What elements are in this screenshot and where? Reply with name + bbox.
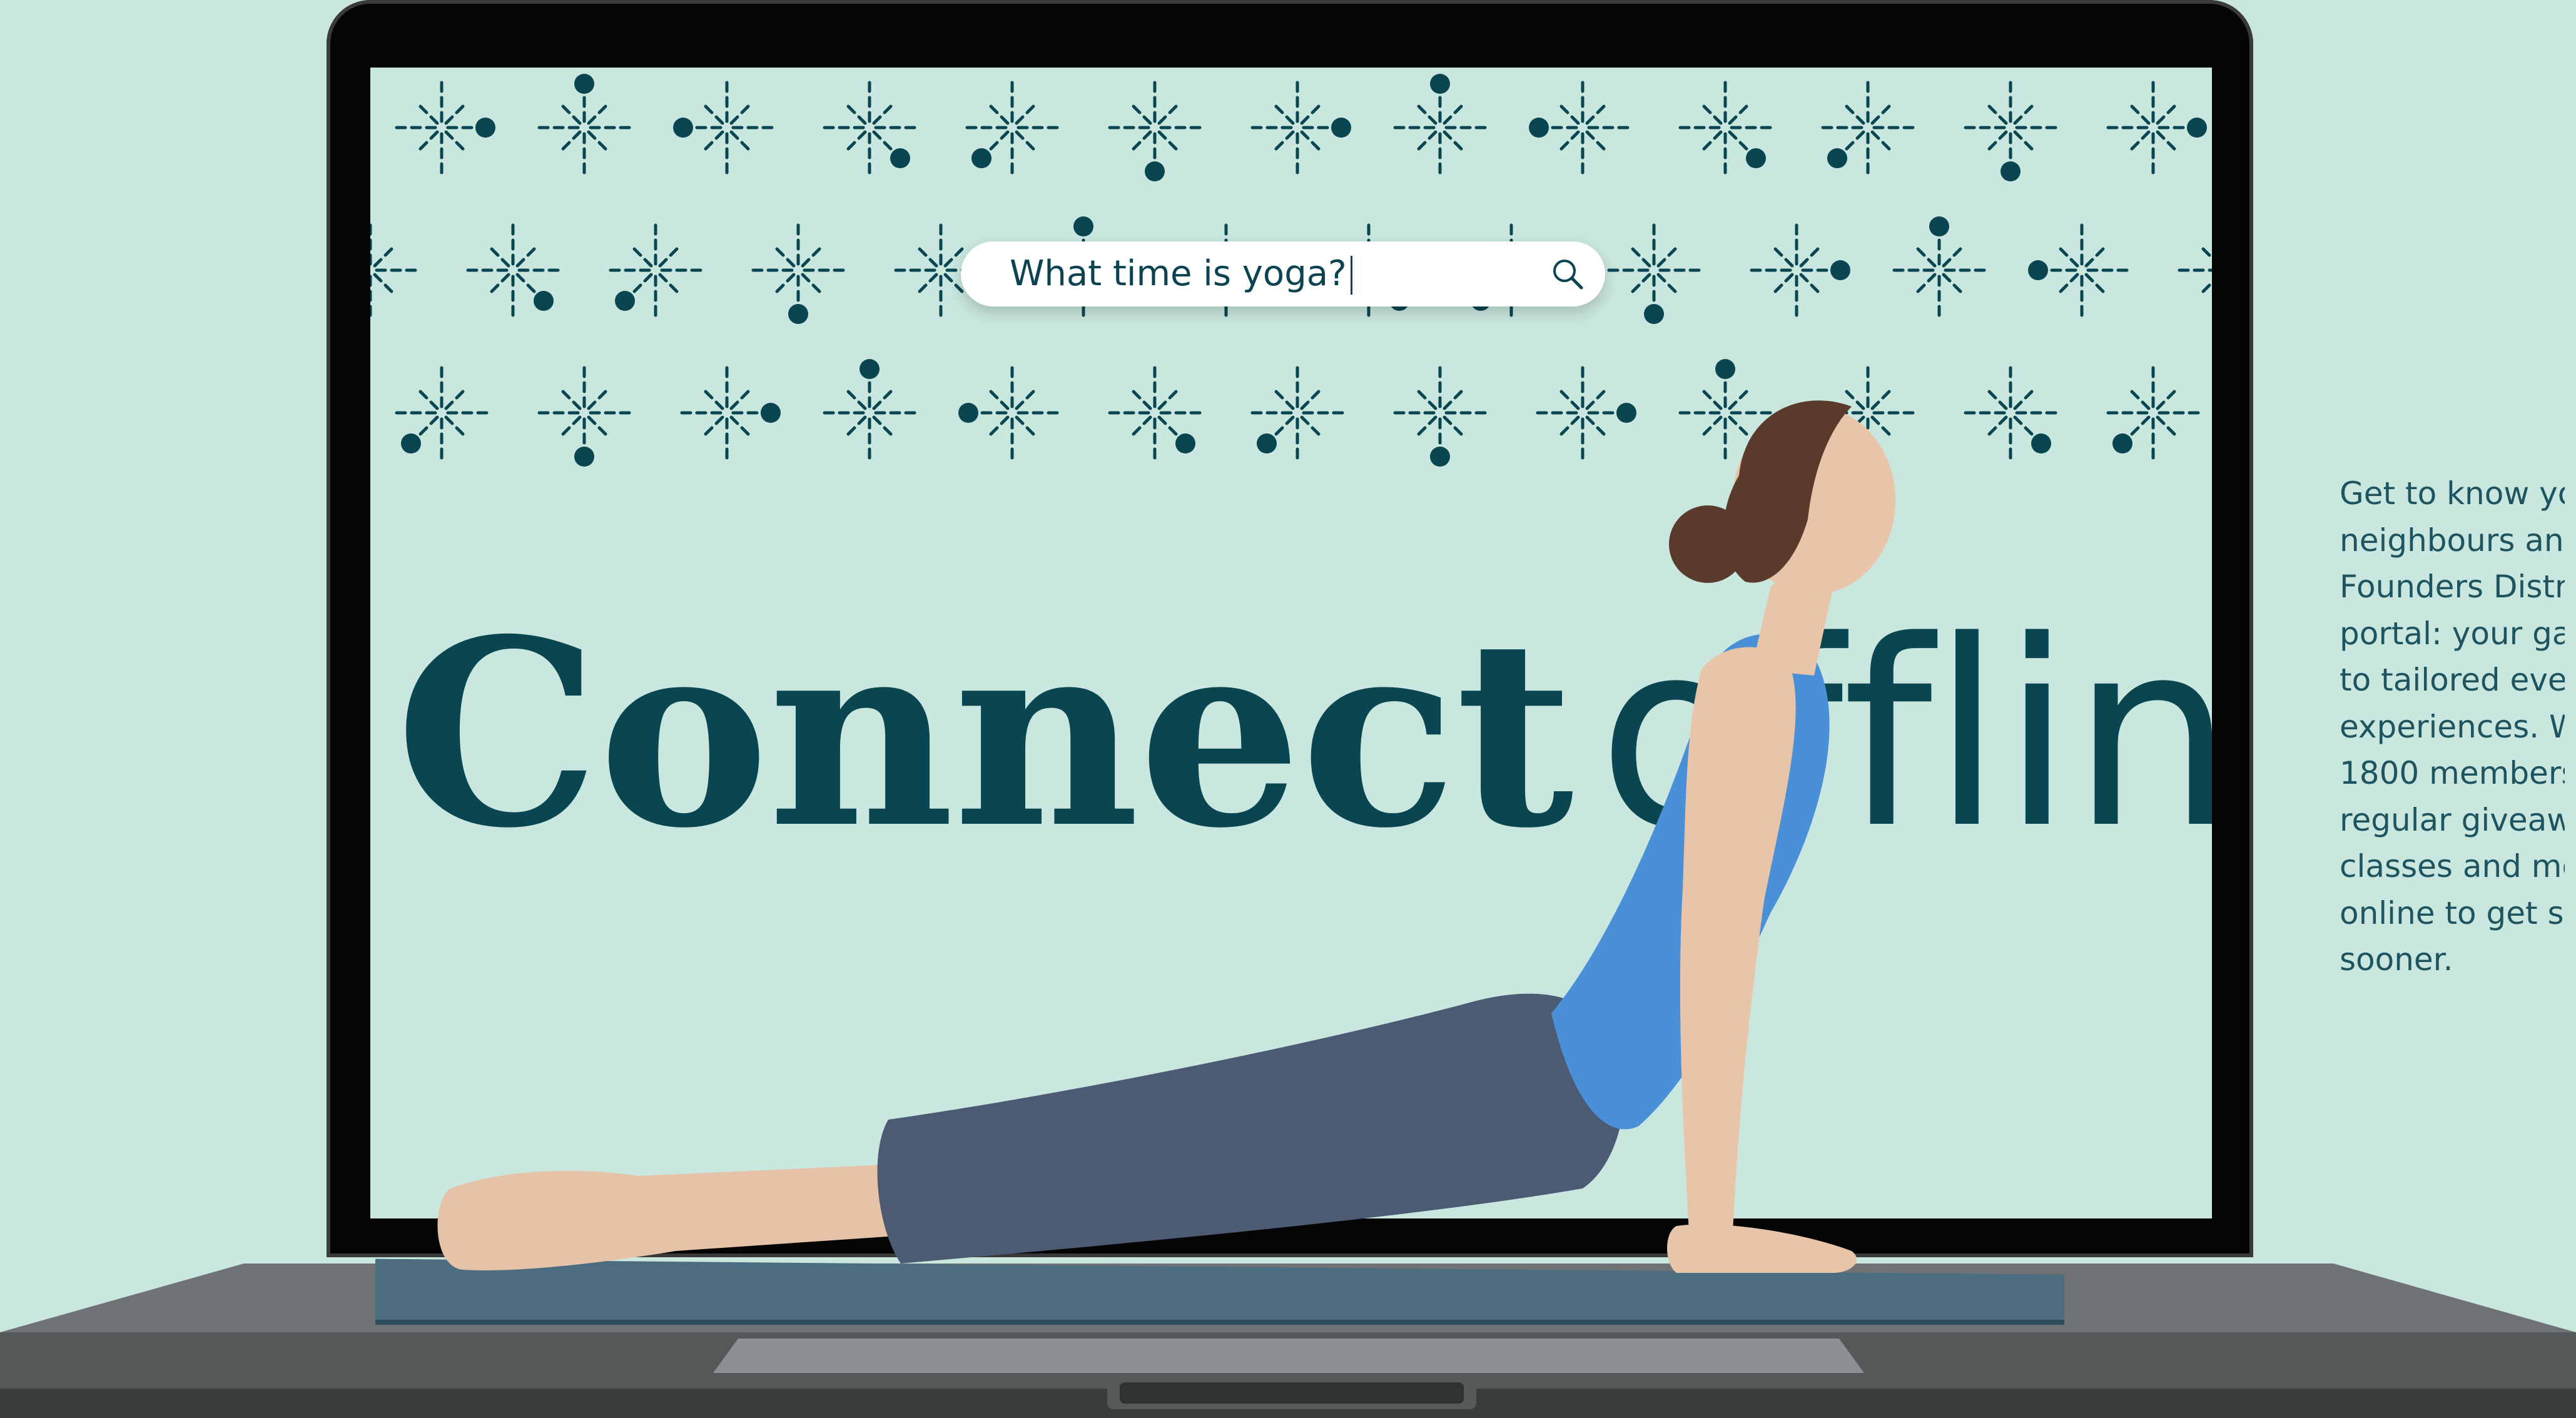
intro-line: neighbours and <box>2340 522 2565 559</box>
yoga-mat-edge <box>375 1320 2064 1325</box>
hand <box>1667 1224 1857 1273</box>
text-caret <box>1350 256 1352 295</box>
sparkle-icon <box>1388 74 1492 180</box>
sparkle-icon <box>370 218 422 322</box>
intro-line: portal: your gate <box>2340 615 2565 652</box>
hair-bun <box>1669 505 1747 583</box>
intro-line: to tailored even <box>2340 662 2565 698</box>
sparkle-icon <box>1245 76 1351 180</box>
search-input[interactable]: What time is yoga? <box>1010 253 1352 295</box>
sparkle-icon <box>1959 76 2062 181</box>
sparkle-icon <box>1103 76 1207 181</box>
sparkle-icon <box>1529 76 1635 180</box>
sparkle-icon <box>604 218 707 322</box>
intro-line: experiences. Wi <box>2340 708 2565 745</box>
sparkle-icon <box>1602 218 1706 324</box>
intro-line: Get to know you <box>2340 475 2565 512</box>
sparkle-icon <box>1745 218 1850 322</box>
sparkle-icon <box>1816 76 1920 180</box>
legs-skin <box>437 1163 951 1270</box>
page: What time is yoga? Connectoffline <box>0 0 2576 1418</box>
arm <box>1680 647 1796 1232</box>
search-icon[interactable] <box>1550 256 1585 291</box>
intro-line: classes and mor <box>2340 848 2565 884</box>
sparkle-icon <box>818 76 921 180</box>
yoga-person-illustration <box>375 400 2064 1325</box>
intro-line: regular giveawa <box>2340 801 2565 838</box>
intro-line: online to get soc <box>2340 894 2565 931</box>
sparkle-icon <box>1673 76 1777 180</box>
leggings <box>877 993 1625 1264</box>
sparkle-icon <box>960 76 1064 180</box>
intro-line: 1800 members <box>2340 755 2565 791</box>
intro-line: sooner. <box>2340 941 2453 978</box>
intro-paragraph: Get to know you neighbours and Founders … <box>2340 470 2565 996</box>
sparkle-icon <box>532 74 636 180</box>
search-bar[interactable]: What time is yoga? <box>961 241 1605 306</box>
search-query-text: What time is yoga? <box>1010 253 1347 294</box>
sparkle-icon <box>2101 76 2207 180</box>
sparkle-icon <box>2173 243 2212 297</box>
intro-line: Founders Distric <box>2340 569 2565 605</box>
sparkle-icon <box>2101 361 2205 465</box>
sparkle-icon <box>673 76 779 180</box>
sparkle-icon <box>461 218 565 322</box>
sparkle-icon <box>1887 216 1991 322</box>
sparkle-icon <box>2028 218 2134 322</box>
sparkle-icon <box>390 76 495 180</box>
sparkle-icon <box>746 218 850 324</box>
